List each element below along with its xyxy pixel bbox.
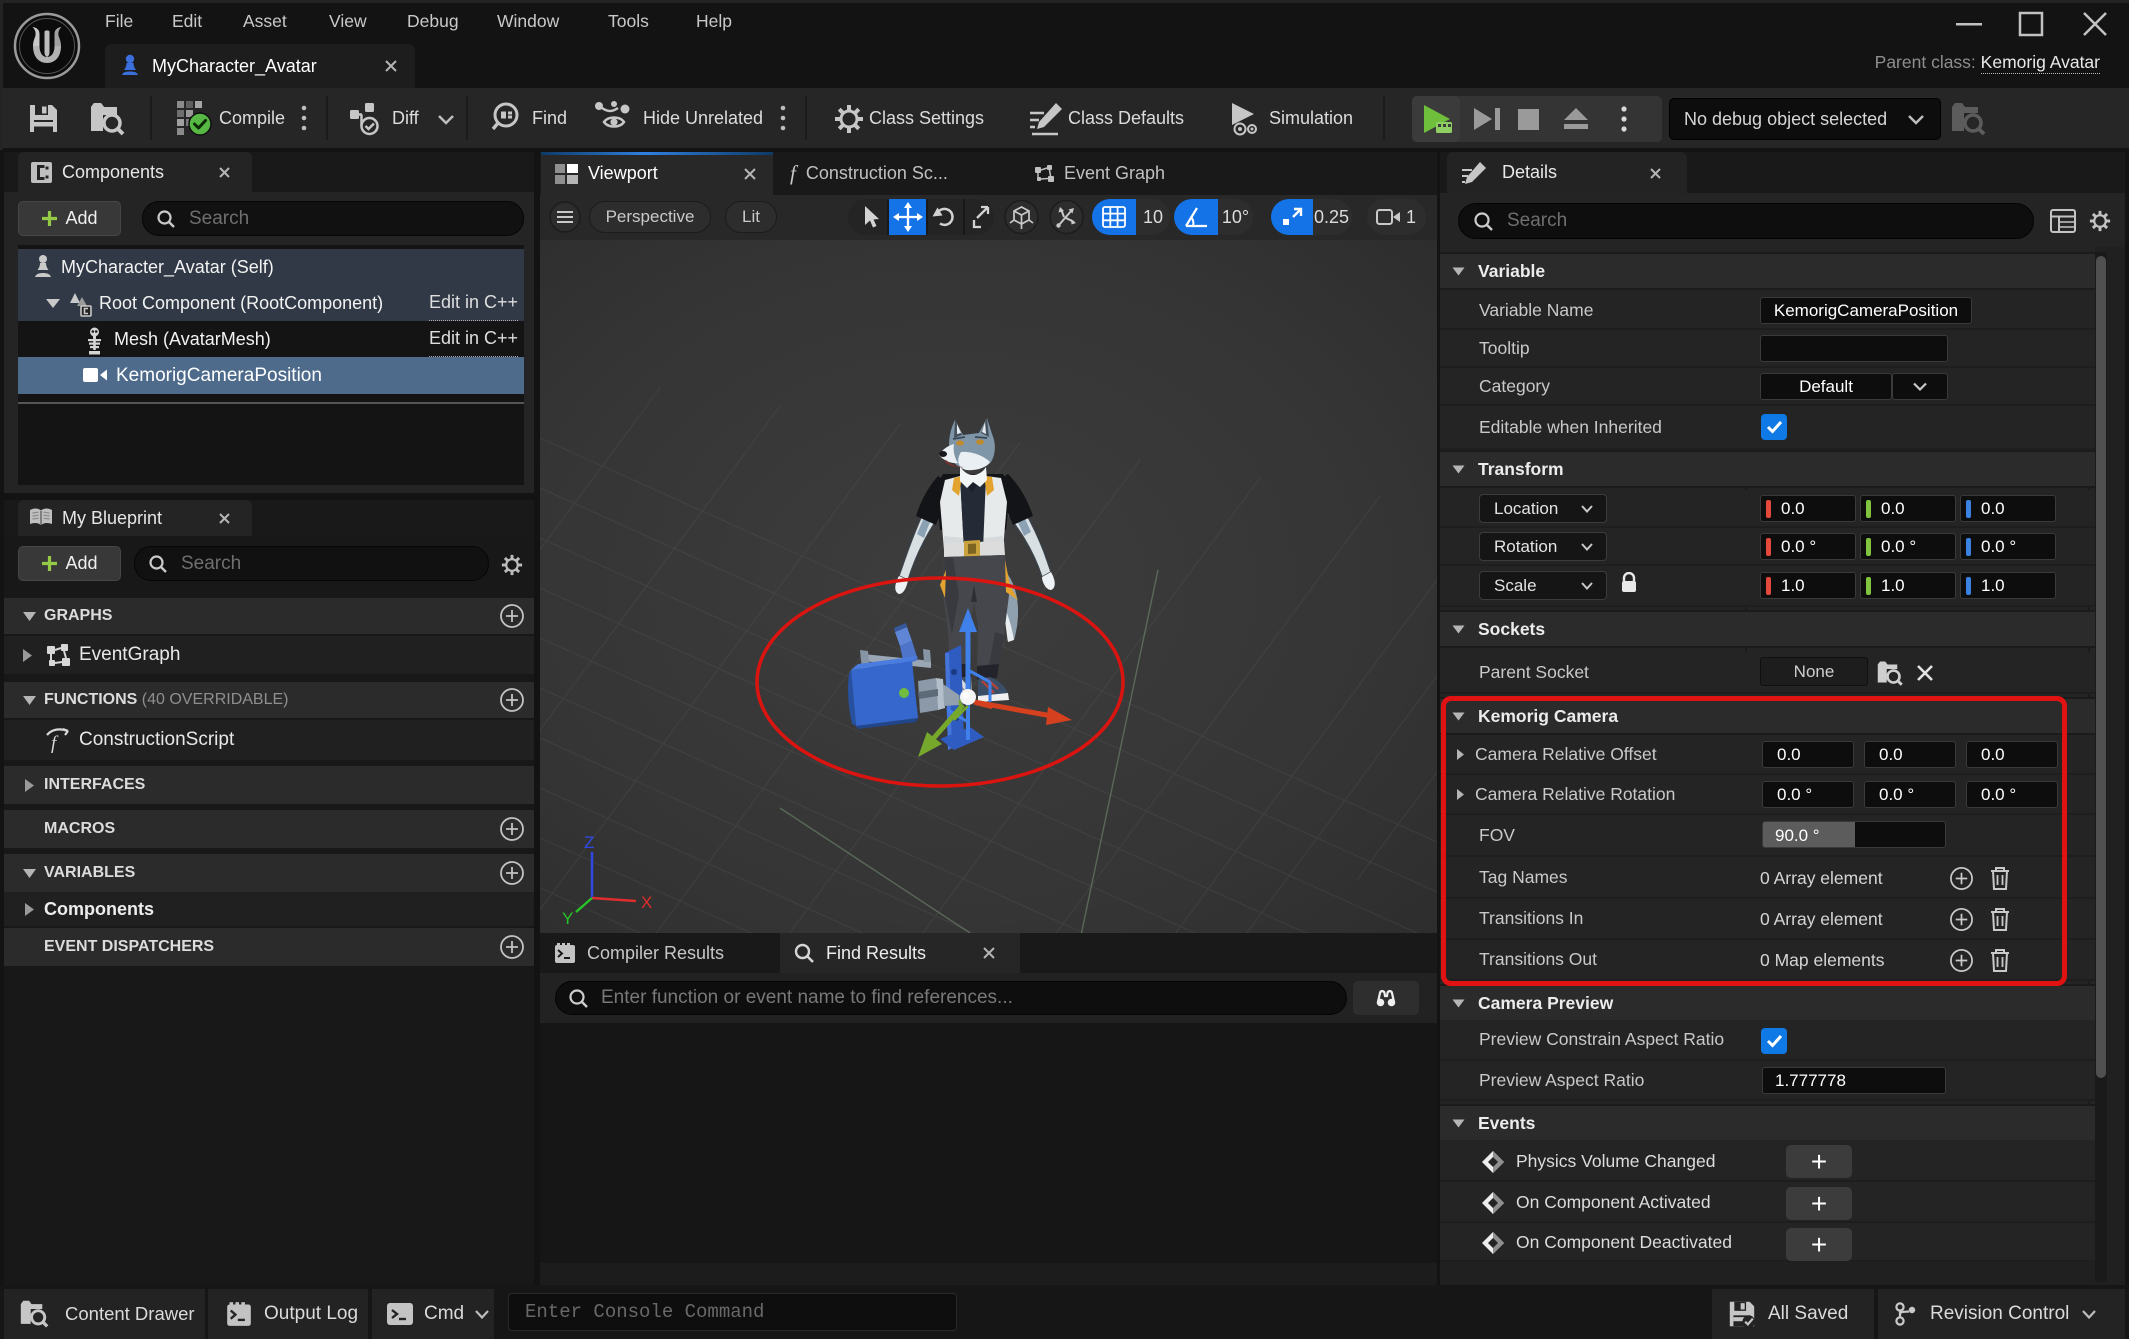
svg-text:X: X xyxy=(641,893,652,912)
svg-text:Y: Y xyxy=(562,909,573,928)
svg-text:Z: Z xyxy=(584,833,594,852)
svg-text:f: f xyxy=(51,733,59,753)
